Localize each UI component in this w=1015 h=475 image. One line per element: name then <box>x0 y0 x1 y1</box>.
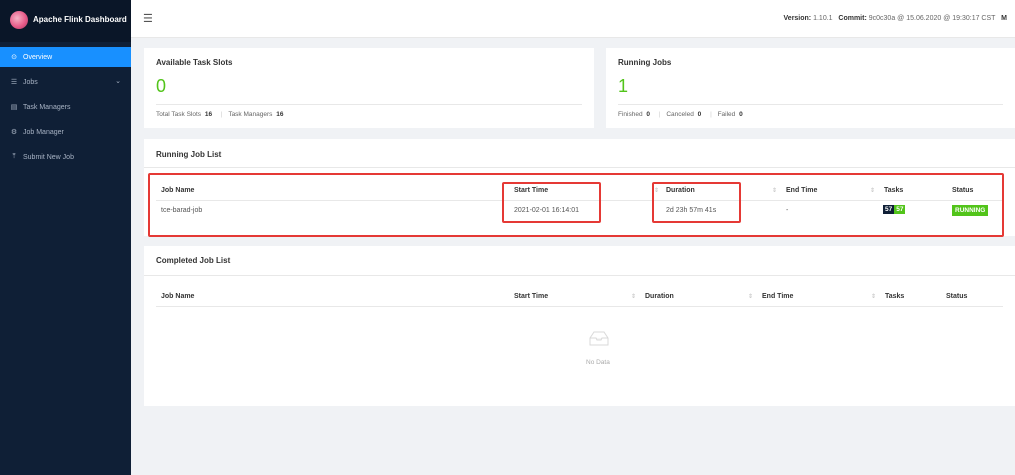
task-managers-icon: ▤ <box>10 104 18 111</box>
card-title: Running Jobs <box>618 58 672 67</box>
sidebar-item-label: Submit New Job <box>23 153 74 161</box>
card-title: Available Task Slots <box>156 58 233 67</box>
version-value: 1.10.1 <box>813 15 833 22</box>
flink-logo-icon <box>10 11 28 29</box>
sidebar-item-label: Overview <box>23 53 53 61</box>
divider <box>156 104 582 105</box>
failed-label: Failed <box>717 111 736 118</box>
section-title: Completed Job List <box>156 256 231 265</box>
app-title: Apache Flink Dashboard <box>33 15 127 24</box>
sidebar-item-label: Job Manager <box>23 128 64 136</box>
job-manager-icon: ⚙ <box>10 129 18 136</box>
total-slots-label: Total Task Slots <box>156 111 202 118</box>
task-slots-card: Available Task Slots 0 Total Task Slots … <box>144 48 594 128</box>
jobs-icon: ☰ <box>10 79 18 86</box>
commit-label: Commit: <box>838 15 867 22</box>
finished-label: Finished <box>618 111 643 118</box>
commit-value: 9c0c30a @ 15.06.2020 @ 19:30:17 CST <box>868 15 996 22</box>
empty-state-text: No Data <box>586 359 610 366</box>
sidebar-item-submit-new-job[interactable]: ⤒ Submit New Job <box>0 147 131 167</box>
canceled-value: 0 <box>697 111 702 118</box>
empty-inbox-icon <box>589 331 609 346</box>
sort-icon[interactable]: ⇕ <box>631 293 636 300</box>
task-managers-value: 16 <box>276 111 284 118</box>
highlight-duration <box>652 182 741 223</box>
menu-toggle-icon[interactable]: ☰ <box>143 12 153 25</box>
chevron-down-icon: ⌄ <box>115 78 121 85</box>
version-label: Version: <box>783 15 812 22</box>
available-slots-value: 0 <box>156 76 167 96</box>
canceled-label: Canceled <box>666 111 694 118</box>
sidebar-item-overview[interactable]: ⊙ Overview <box>0 47 131 67</box>
column-tasks[interactable]: Tasks <box>885 293 904 300</box>
completed-job-list: Completed Job List Job Name Start Time ⇕… <box>144 246 1015 406</box>
total-slots-value: 16 <box>204 111 213 118</box>
column-job-name[interactable]: Job Name <box>161 293 194 300</box>
running-jobs-footer: Finished 0 | Canceled 0 | Failed 0 <box>618 111 743 118</box>
sidebar-item-task-managers[interactable]: ▤ Task Managers <box>0 97 131 117</box>
section-title: Running Job List <box>156 150 222 159</box>
topbar-trailing: M <box>1001 15 1007 22</box>
sort-icon[interactable]: ⇕ <box>871 293 876 300</box>
failed-value: 0 <box>739 111 743 118</box>
sidebar: Apache Flink Dashboard ⊙ Overview ☰ Jobs… <box>0 0 131 475</box>
task-slots-footer: Total Task Slots 16 | Task Managers 16 <box>156 111 284 118</box>
finished-value: 0 <box>646 111 651 118</box>
brand[interactable]: Apache Flink Dashboard <box>0 0 131 42</box>
column-status[interactable]: Status <box>946 293 967 300</box>
column-end-time[interactable]: End Time <box>762 293 793 300</box>
divider <box>618 104 1003 105</box>
sidebar-item-label: Task Managers <box>23 103 71 111</box>
upload-icon: ⤒ <box>12 153 16 160</box>
dashboard-icon: ⊙ <box>11 54 17 61</box>
version-info: Version: 1.10.1 Commit: 9c0c30a @ 15.06.… <box>784 15 1007 22</box>
sort-icon[interactable]: ⇕ <box>748 293 753 300</box>
highlight-start-time <box>502 182 601 223</box>
sidebar-menu: ⊙ Overview ☰ Jobs ⌄ ▤ Task Managers ⚙ Jo… <box>0 47 131 172</box>
sidebar-item-label: Jobs <box>23 78 38 86</box>
sidebar-item-job-manager[interactable]: ⚙ Job Manager <box>0 122 131 142</box>
running-jobs-value: 1 <box>618 76 629 96</box>
top-bar: ☰ Version: 1.10.1 Commit: 9c0c30a @ 15.0… <box>131 0 1015 38</box>
column-duration[interactable]: Duration <box>645 293 674 300</box>
running-jobs-card: Running Jobs 1 Finished 0 | Canceled 0 |… <box>606 48 1015 128</box>
task-managers-label: Task Managers <box>228 111 273 118</box>
column-start-time[interactable]: Start Time <box>514 293 548 300</box>
sidebar-item-jobs[interactable]: ☰ Jobs ⌄ <box>0 72 131 92</box>
